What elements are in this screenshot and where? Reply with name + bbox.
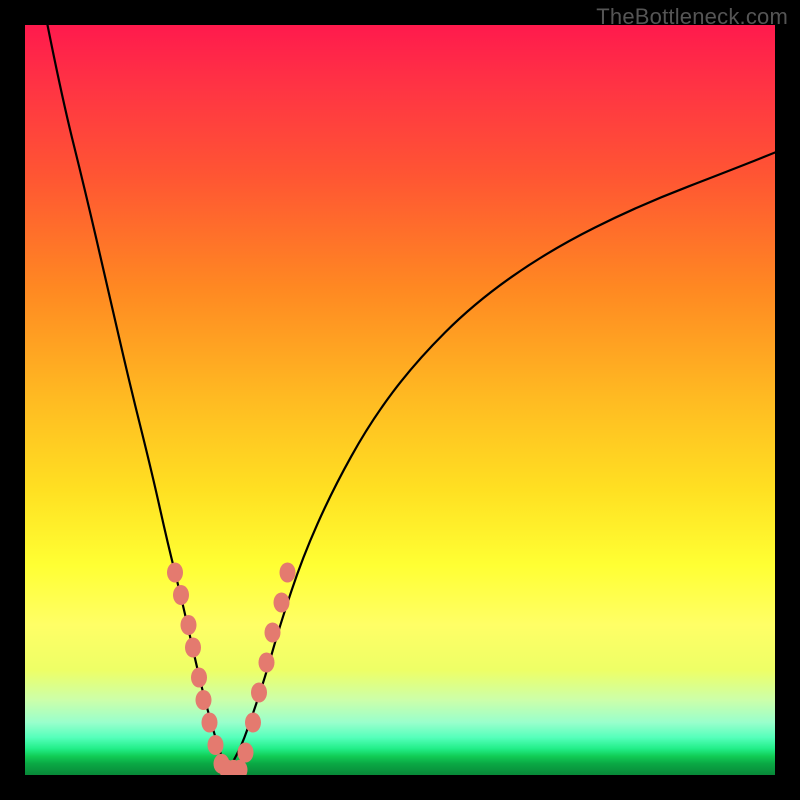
curve-left-branch: [48, 25, 228, 771]
curve-marker: [280, 563, 296, 583]
curve-marker: [185, 638, 201, 658]
curve-marker: [245, 713, 261, 733]
curve-marker: [259, 653, 275, 673]
curve-marker: [191, 668, 207, 688]
curve-marker: [238, 743, 254, 763]
curve-marker: [251, 683, 267, 703]
chart-svg: [25, 25, 775, 775]
curve-marker: [196, 690, 212, 710]
curve-marker: [208, 735, 224, 755]
curve-marker: [167, 563, 183, 583]
curve-right-branch: [228, 153, 776, 772]
marker-group: [167, 563, 296, 776]
curve-marker: [173, 585, 189, 605]
curve-marker: [181, 615, 197, 635]
curve-marker: [274, 593, 290, 613]
curve-marker: [265, 623, 281, 643]
curve-marker: [202, 713, 218, 733]
